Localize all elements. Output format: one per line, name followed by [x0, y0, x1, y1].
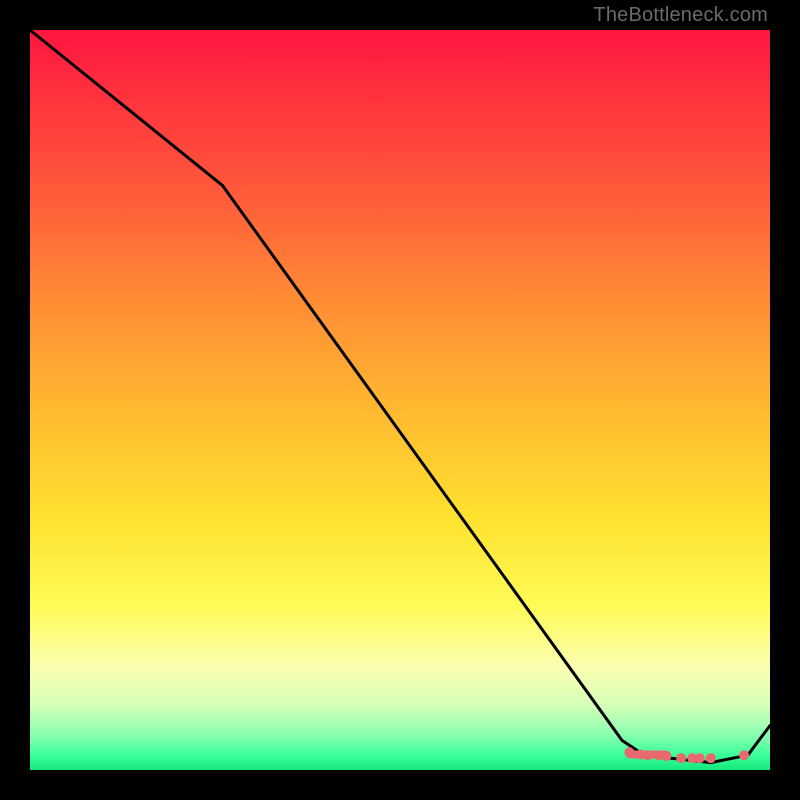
- marker-dot: [739, 750, 749, 760]
- chart-svg: [30, 30, 770, 770]
- marker-dot: [706, 753, 716, 763]
- chart-frame: TheBottleneck.com: [0, 0, 800, 800]
- watermark-text: TheBottleneck.com: [593, 4, 768, 27]
- series-curve: [30, 30, 770, 763]
- marker-dot: [676, 753, 686, 763]
- marker-dot: [624, 747, 634, 757]
- marker-dot: [643, 750, 653, 760]
- marker-dot: [661, 751, 671, 761]
- marker-dot: [695, 753, 705, 763]
